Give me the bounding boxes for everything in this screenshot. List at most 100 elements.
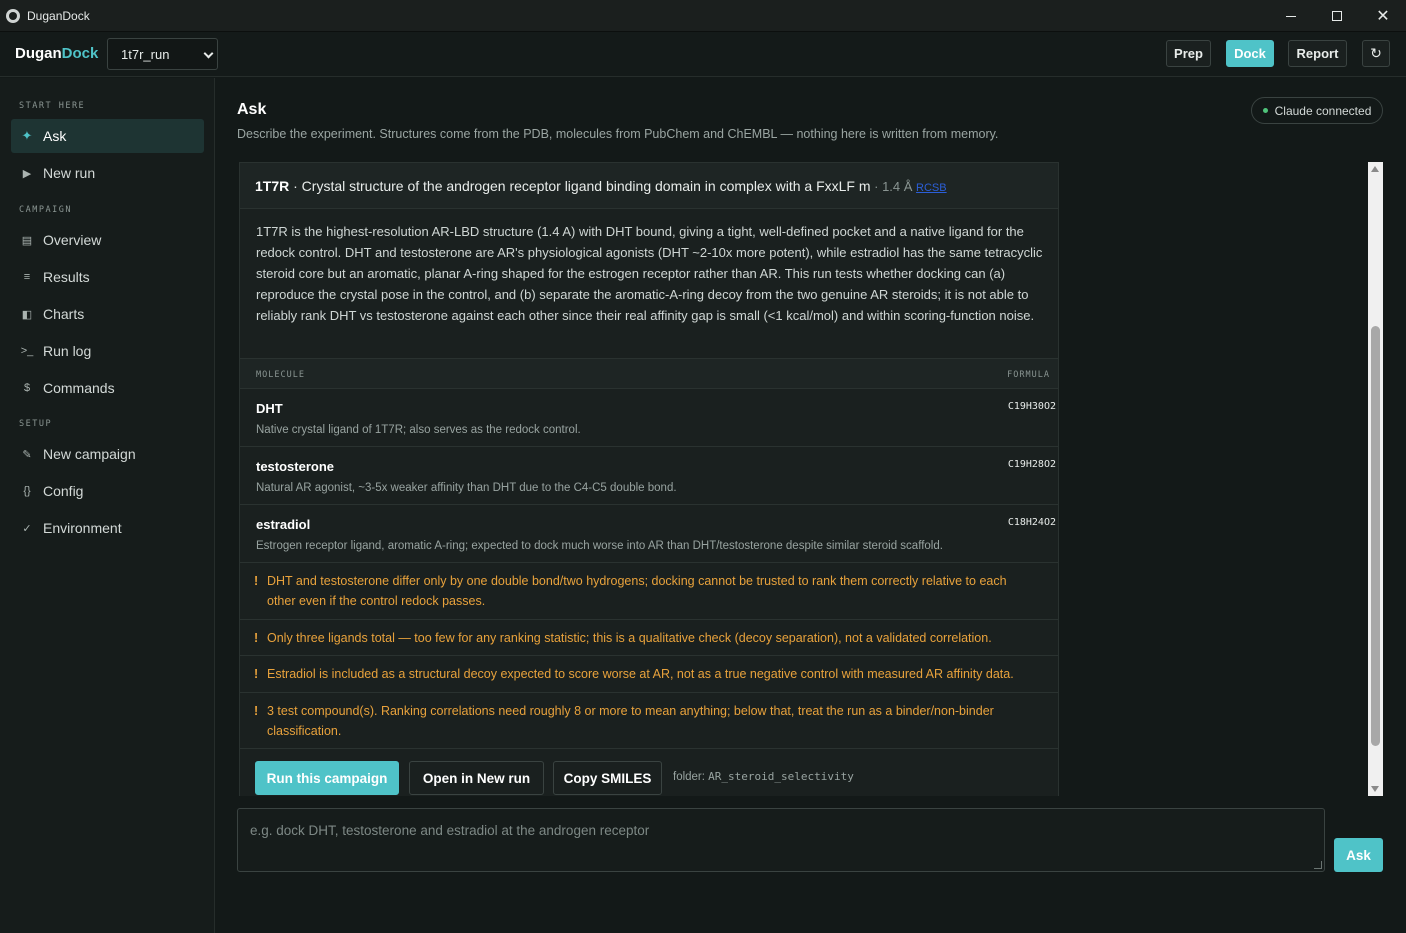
- section-campaign: CAMPAIGN: [19, 205, 72, 215]
- resolution: · 1.4 Å: [870, 179, 917, 194]
- warning-icon: !: [254, 667, 259, 681]
- table-row: estradiol Estrogen receptor ligand, arom…: [240, 505, 1058, 563]
- column-molecule: MOLECULE: [256, 370, 305, 380]
- status-badge: Claude connected: [1251, 97, 1383, 124]
- scroll-down-icon[interactable]: [1371, 786, 1379, 792]
- maximize-icon[interactable]: [1314, 0, 1360, 32]
- ask-button[interactable]: Ask: [1334, 838, 1383, 872]
- structure-description: 1T7R is the highest-resolution AR-LBD st…: [256, 224, 1043, 323]
- warning-icon: !: [254, 574, 259, 588]
- sidebar-item-new-campaign[interactable]: ✎ New campaign: [11, 437, 204, 471]
- sidebar-item-label: Environment: [43, 520, 122, 536]
- chevron-down-icon: [203, 48, 214, 59]
- brand-logo: DuganDock: [15, 45, 99, 62]
- sidebar-item-label: New run: [43, 165, 96, 181]
- sidebar-item-label: Ask: [43, 128, 67, 144]
- molecule-note: Natural AR agonist, ~3-5x weaker affinit…: [256, 482, 677, 494]
- run-campaign-button[interactable]: Run this campaign: [255, 761, 399, 795]
- braces-icon: {}: [23, 485, 31, 497]
- page-title: Ask: [237, 101, 267, 118]
- sidebar-item-run-log[interactable]: >_ Run log: [11, 334, 204, 368]
- sidebar-item-charts[interactable]: ◧ Charts: [11, 297, 204, 331]
- column-formula: FORMULA: [1007, 370, 1050, 380]
- sidebar-item-label: Charts: [43, 306, 85, 322]
- open-new-run-button[interactable]: Open in New run: [409, 761, 544, 795]
- folder-label: folder: AR_steroid_selectivity: [673, 770, 854, 783]
- title-bar: DuganDock ✕: [0, 0, 1406, 32]
- prep-button[interactable]: Prep: [1166, 40, 1211, 67]
- copy-smiles-button[interactable]: Copy SMILES: [553, 761, 662, 795]
- folder-value: AR_steroid_selectivity: [708, 770, 854, 783]
- check-icon: ✓: [22, 522, 32, 535]
- run-select-value: 1t7r_run: [121, 47, 170, 62]
- terminal-icon: >_: [20, 345, 34, 357]
- ask-input-placeholder: e.g. dock DHT, testosterone and estradio…: [250, 823, 650, 838]
- molecule-name: DHT: [256, 401, 283, 416]
- sidebar-item-label: Run log: [43, 343, 92, 359]
- section-setup: SETUP: [19, 419, 53, 429]
- vertical-scrollbar[interactable]: [1368, 162, 1383, 796]
- status-text: Claude connected: [1274, 103, 1372, 118]
- overview-icon: ▤: [21, 234, 33, 247]
- window-title: DuganDock: [27, 8, 90, 23]
- rcsb-link[interactable]: RCSB: [916, 182, 947, 194]
- sidebar-item-environment[interactable]: ✓ Environment: [11, 511, 204, 545]
- sparkle-icon: ✦: [21, 128, 33, 143]
- report-button[interactable]: Report: [1288, 40, 1347, 67]
- molecule-note: Native crystal ligand of 1T7R; also serv…: [256, 424, 581, 436]
- molecule-formula: C19H28O2: [1007, 459, 1056, 470]
- sidebar-item-new-run[interactable]: ▶ New run: [11, 156, 204, 190]
- sidebar-item-overview[interactable]: ▤ Overview: [11, 223, 204, 257]
- close-icon[interactable]: ✕: [1360, 0, 1406, 32]
- warning-text: Estradiol is included as a structural de…: [267, 667, 1014, 681]
- resize-grip-icon[interactable]: [1314, 861, 1322, 869]
- section-start-here: START HERE: [19, 101, 86, 111]
- molecule-table-header: MOLECULE FORMULA: [240, 358, 1058, 389]
- dock-button[interactable]: Dock: [1226, 40, 1274, 67]
- sidebar-item-results[interactable]: ≡ Results: [11, 260, 204, 294]
- sidebar-item-label: New campaign: [43, 446, 136, 462]
- sidebar-item-label: Overview: [43, 232, 102, 248]
- molecule-name: testosterone: [256, 459, 335, 474]
- structure-header: 1T7R · Crystal structure of the androgen…: [240, 163, 1058, 209]
- sidebar-item-commands[interactable]: $ Commands: [11, 371, 204, 405]
- pencil-icon: ✎: [22, 448, 32, 461]
- warning-item: ! Only three ligands total — too few for…: [240, 620, 1058, 656]
- structure-title: · Crystal structure of the androgen rece…: [289, 178, 871, 194]
- status-dot-icon: [1262, 108, 1268, 113]
- warning-text: Only three ligands total — too few for a…: [267, 631, 992, 645]
- molecule-note: Estrogen receptor ligand, aromatic A-rin…: [256, 540, 943, 552]
- sidebar-item-ask[interactable]: ✦ Ask: [11, 119, 204, 153]
- table-row: testosterone Natural AR agonist, ~3-5x w…: [240, 447, 1058, 505]
- warning-icon: !: [254, 704, 259, 718]
- campaign-card: 1T7R · Crystal structure of the androgen…: [239, 162, 1059, 796]
- scroll-up-icon[interactable]: [1371, 166, 1379, 172]
- scrollbar-thumb[interactable]: [1371, 326, 1380, 746]
- list-icon: ≡: [23, 271, 31, 283]
- chart-icon: ◧: [21, 308, 33, 321]
- sidebar-item-label: Commands: [43, 380, 115, 396]
- warning-icon: !: [254, 631, 259, 645]
- table-row: DHT Native crystal ligand of 1T7R; also …: [240, 389, 1058, 447]
- app-header: DuganDock 1t7r_run Prep Dock Report ↻: [0, 32, 1406, 77]
- sidebar-item-label: Config: [43, 483, 84, 499]
- warning-text: DHT and testosterone differ only by one …: [267, 574, 1007, 608]
- ask-input[interactable]: e.g. dock DHT, testosterone and estradio…: [237, 808, 1325, 872]
- warning-item: ! 3 test compound(s). Ranking correlatio…: [240, 693, 1058, 749]
- app-icon: [6, 8, 20, 23]
- minimize-icon[interactable]: [1268, 0, 1314, 32]
- window-controls: ✕: [1268, 0, 1406, 32]
- sidebar-item-config[interactable]: {} Config: [11, 474, 204, 508]
- sidebar: START HERE ✦ Ask ▶ New run CAMPAIGN ▤ Ov…: [0, 78, 215, 933]
- refresh-icon[interactable]: ↻: [1362, 40, 1390, 67]
- page-subtitle: Describe the experiment. Structures come…: [237, 127, 999, 141]
- molecule-formula: C18H24O2: [1007, 517, 1056, 528]
- run-select[interactable]: 1t7r_run: [107, 38, 218, 70]
- molecule-name: estradiol: [256, 517, 311, 532]
- pdb-id: 1T7R: [255, 178, 290, 194]
- molecule-formula: C19H30O2: [1007, 401, 1056, 412]
- warning-item: ! Estradiol is included as a structural …: [240, 656, 1058, 693]
- warning-item: ! DHT and testosterone differ only by on…: [240, 563, 1058, 620]
- play-icon: ▶: [22, 167, 32, 180]
- results-scroll-area[interactable]: 1T7R · Crystal structure of the androgen…: [237, 162, 1383, 796]
